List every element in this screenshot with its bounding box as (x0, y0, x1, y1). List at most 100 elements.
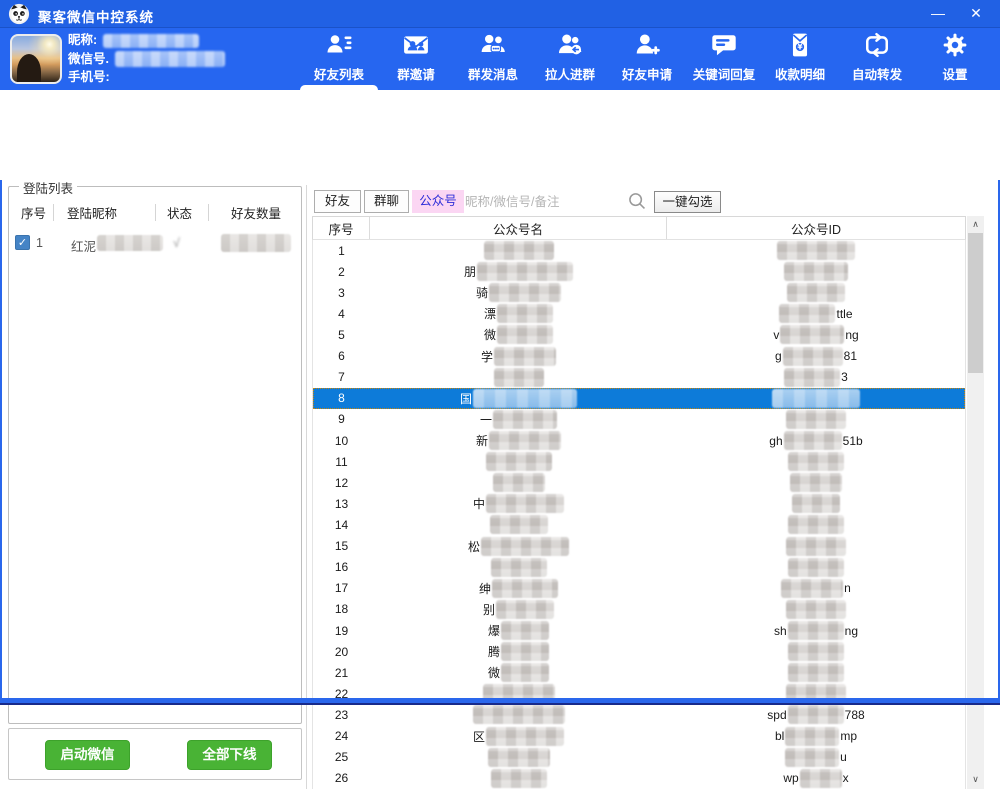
cell-text-fragment: 漂 (484, 305, 496, 322)
redaction-blur (489, 283, 561, 302)
table-row[interactable]: 18别 (313, 599, 965, 620)
table-row[interactable]: 23spd788 (313, 704, 965, 725)
cell-account-id (667, 560, 965, 575)
cell-account-name: 中 (370, 495, 667, 512)
table-row[interactable]: 26wpx (313, 768, 965, 789)
redaction-blur (477, 262, 573, 281)
scroll-up-icon[interactable]: ∧ (967, 216, 984, 232)
cell-account-name (370, 560, 667, 575)
nav-auto-forward[interactable]: 自动转发 (832, 32, 922, 90)
table-row[interactable]: 2朋 (313, 261, 965, 282)
table-row[interactable]: 4漂ttle (313, 303, 965, 324)
login-row-status: √ (173, 236, 180, 250)
table-row[interactable]: 13中 (313, 493, 965, 514)
redaction-blur (492, 579, 558, 598)
table-row[interactable]: 16 (313, 557, 965, 578)
nav-settings[interactable]: 设置 (910, 32, 1000, 90)
cell-text-fragment: 中 (473, 495, 485, 512)
search-input[interactable] (465, 190, 625, 213)
redaction-blur (481, 537, 569, 556)
redaction-blur (780, 325, 844, 344)
redaction-blur (115, 51, 225, 67)
table-row[interactable]: 20 腾 (313, 641, 965, 662)
select-all-button[interactable]: 一键勾选 (654, 191, 721, 213)
scroll-down-icon[interactable]: ∨ (967, 771, 984, 787)
table-row[interactable]: 8国 (313, 388, 965, 409)
table-row[interactable]: 9一 (313, 409, 965, 430)
table-row[interactable]: 5微vng (313, 324, 965, 345)
cell-text-fragment: 新 (476, 432, 488, 449)
cell-text-fragment: 腾 (488, 643, 500, 660)
cell-account-id (667, 644, 965, 659)
cell-text-fragment: bl (775, 729, 784, 743)
tab-friends[interactable]: 好友 (314, 190, 361, 213)
table-row[interactable]: 15松 (313, 536, 965, 557)
scrollbar-thumb[interactable] (968, 233, 983, 373)
table-row[interactable]: 14 (313, 514, 965, 535)
wechat-id-label: 微信号. (68, 52, 109, 66)
search-icon[interactable] (627, 191, 647, 211)
redaction-blur (800, 769, 842, 788)
col-index: 序号 (21, 203, 46, 222)
table-row[interactable]: 19爆shng (313, 620, 965, 641)
gear-icon (942, 45, 968, 62)
table-row[interactable]: 17绅n (313, 578, 965, 599)
tab-group-chat[interactable]: 群聊 (364, 190, 409, 213)
redaction-blur (486, 452, 552, 471)
login-row-checkbox[interactable]: ✓ (15, 235, 30, 250)
all-offline-button[interactable]: 全部下线 (187, 740, 272, 770)
redaction-blur (784, 368, 840, 387)
cell-account-name: 区 (370, 728, 667, 745)
cell-text-fragment: 微 (488, 664, 500, 681)
table-row[interactable]: 11 (313, 451, 965, 472)
table-row[interactable]: 3骑 (313, 282, 965, 303)
cell-account-id: vng (667, 327, 965, 342)
redaction-blur (787, 283, 845, 302)
profile-info: 昵称: 微信号. 手机号: (68, 31, 225, 87)
table-row[interactable]: 25u (313, 747, 965, 768)
col-login-nickname: 登陆昵称 (67, 203, 117, 222)
cell-account-name (370, 243, 667, 258)
col-status: 状态 (167, 203, 192, 222)
table-row[interactable]: 12 (313, 472, 965, 493)
cell-no: 23 (313, 708, 370, 722)
cell-account-name: 微 (370, 326, 667, 343)
cell-text-fragment: 朋 (464, 263, 476, 280)
cell-text-fragment: 骑 (476, 284, 488, 301)
cell-no: 1 (313, 244, 370, 258)
minimize-button[interactable]: — (918, 0, 958, 28)
cell-account-name (370, 454, 667, 469)
cell-account-id: ttle (667, 306, 965, 321)
tab-official-accounts[interactable]: 公众号 (412, 190, 464, 213)
table-row[interactable]: 21微 (313, 662, 965, 683)
window-title: 聚客微信中控系统 (38, 6, 154, 26)
redaction-blur (501, 663, 549, 682)
cell-account-id: n (667, 581, 965, 596)
table-row[interactable]: 6学g81 (313, 346, 965, 367)
table-row[interactable]: 1 (313, 240, 965, 261)
cell-account-id (667, 602, 965, 617)
redaction-blur (97, 235, 163, 251)
cell-no: 24 (313, 729, 370, 743)
table-row[interactable]: 10新gh51b (313, 430, 965, 451)
cell-text-fragment: 788 (845, 708, 865, 722)
table-row[interactable]: 73 (313, 367, 965, 388)
table-row[interactable]: 24区blmp (313, 726, 965, 747)
main-nav: 好友列表 群邀请 群发消息 拉人进群 好友申请 关键词回复 ¥ 收款明细 自动转 (300, 28, 1000, 90)
cell-no: 18 (313, 602, 370, 616)
redaction-blur (221, 234, 291, 252)
cell-text-fragment: 3 (841, 370, 848, 384)
redaction-blur (493, 473, 545, 492)
cell-text-fragment: 81 (844, 349, 857, 363)
redaction-blur (792, 494, 840, 513)
close-button[interactable]: ✕ (956, 0, 996, 28)
cell-account-id (667, 412, 965, 427)
repeat-arrows-icon (864, 45, 890, 62)
login-row[interactable]: ✓ 1 红泥 √ (9, 231, 301, 257)
cell-text-fragment: 国 (460, 390, 472, 407)
redaction-blur (488, 748, 550, 767)
redaction-blur (497, 304, 553, 323)
start-wechat-button[interactable]: 启动微信 (45, 740, 130, 770)
cell-no: 20 (313, 645, 370, 659)
redaction-blur (788, 642, 844, 661)
